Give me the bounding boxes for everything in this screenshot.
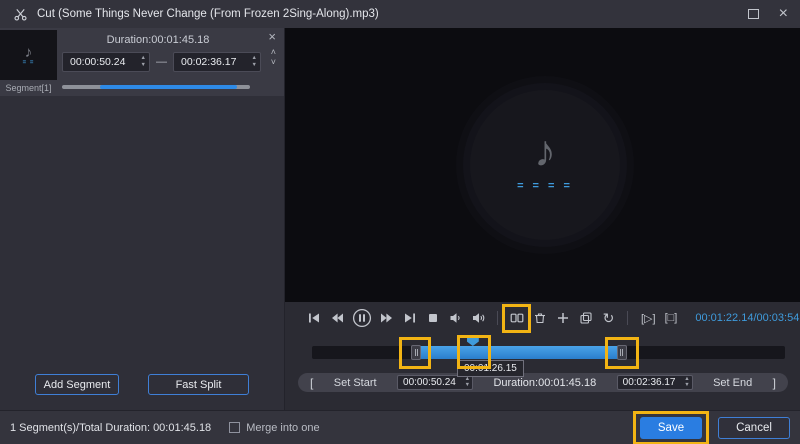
merge-checkbox[interactable] — [229, 422, 241, 433]
music-note-icon: ♪ — [534, 127, 556, 176]
trim-end-spinner[interactable]: ▲ ▼ — [684, 376, 689, 389]
add-segment-button[interactable]: Add Segment — [35, 374, 119, 395]
segment-time-row: 00:00:50.24 ▲ ▼ — 00:02:36.17 ▲ ▼ — [62, 52, 261, 72]
delete-segment-icon[interactable] — [531, 310, 548, 327]
preview-area: ♪ = = = = — [285, 28, 800, 302]
save-button[interactable]: Save — [640, 416, 702, 439]
volume-high-icon[interactable] — [470, 310, 487, 327]
timeline-handle-right[interactable] — [616, 345, 627, 360]
window-title: Cut (Some Things Never Change (From Froz… — [37, 8, 379, 20]
trim-start-spinner[interactable]: ▲ ▼ — [465, 376, 470, 389]
title-bar: Cut (Some Things Never Change (From Froz… — [0, 0, 800, 28]
trim-end-input[interactable]: 00:02:36.17 ▲ ▼ — [616, 375, 693, 390]
time-display: 00:01:22.14/00:03:54.07 — [695, 312, 800, 324]
timeline-handle-left[interactable] — [411, 345, 422, 360]
fast-forward-icon[interactable] — [378, 310, 395, 327]
skip-end-icon[interactable] — [401, 310, 418, 327]
set-start-button[interactable]: Set Start — [334, 377, 377, 389]
play-pause-button[interactable] — [351, 308, 372, 329]
spinner-down-icon[interactable]: ▼ — [684, 382, 689, 389]
copy-segment-icon[interactable] — [577, 310, 594, 327]
chevron-up-icon[interactable]: ˄ — [271, 48, 276, 57]
trim-duration-label: Duration:00:01:45.18 — [493, 376, 597, 389]
trim-start-input[interactable]: 00:00:50.24 ▲ ▼ — [397, 375, 474, 390]
cut-dialog: Cut (Some Things Never Change (From Froz… — [0, 0, 800, 444]
add-icon[interactable] — [554, 310, 571, 327]
segment-duration-label: Duration:00:01:45.18 — [106, 34, 210, 46]
divider — [627, 311, 628, 325]
set-end-button[interactable]: Set End — [713, 377, 752, 389]
transport-controls: ↻ [▷] [□] 00:01:22.14/00:03:54.07 — [285, 302, 800, 334]
end-spinner[interactable]: ▲ ▼ — [252, 55, 257, 69]
timeline-playhead[interactable] — [466, 337, 479, 346]
segment-thumbnail[interactable]: ♪ = = — [0, 30, 57, 80]
segment-panel: ♪ = = × ˄ ˅ Duration:00:01:45.18 00:00:5… — [0, 28, 285, 410]
audio-disc: ♪ = = = = — [470, 90, 620, 240]
reset-icon[interactable]: ↻ — [600, 310, 617, 327]
preview-buttons: [▷] [□] 00:01:22.14/00:03:54.07 — [623, 311, 800, 325]
footer-bar: 1 Segment(s)/Total Duration: 00:01:45.18… — [0, 410, 800, 444]
scissors-icon — [12, 6, 29, 23]
chevron-down-icon[interactable]: ˅ — [271, 58, 276, 67]
spinner-up-icon[interactable]: ▲ — [252, 55, 257, 62]
left-bracket: [ — [310, 375, 314, 390]
timeline: 00:01:26.15 — [285, 334, 800, 377]
range-separator: — — [156, 56, 167, 68]
stop-icon[interactable] — [424, 310, 441, 327]
spinner-down-icon[interactable]: ▼ — [141, 62, 146, 69]
segment-start-input[interactable]: 00:00:50.24 ▲ ▼ — [62, 52, 150, 72]
maximize-button[interactable] — [747, 9, 759, 19]
playhead-tooltip: 00:01:26.15 — [457, 360, 524, 377]
preview-frame-button[interactable]: [□] — [665, 312, 678, 324]
music-note-icon: ♪ — [24, 43, 33, 61]
preview-play-button[interactable]: [▷] — [641, 312, 656, 325]
segment-end-input[interactable]: 00:02:36.17 ▲ ▼ — [173, 52, 261, 72]
timeline-track[interactable] — [312, 337, 785, 360]
skip-start-icon[interactable] — [305, 310, 322, 327]
segment-label: Segment[1] — [5, 83, 52, 93]
segment-range-bar[interactable] — [62, 85, 250, 89]
merge-checkbox-group: Merge into one — [229, 421, 320, 434]
spinner-down-icon[interactable]: ▼ — [465, 382, 470, 389]
segments-summary: 1 Segment(s)/Total Duration: 00:01:45.18 — [10, 421, 212, 434]
rewind-icon[interactable] — [328, 310, 345, 327]
equalizer-icon: = = = = — [517, 180, 573, 192]
split-segment-icon[interactable] — [502, 303, 531, 333]
segment-card: ♪ = = × ˄ ˅ Duration:00:01:45.18 00:00:5… — [0, 28, 284, 96]
timeline-selection[interactable] — [416, 346, 622, 359]
volume-low-icon[interactable] — [447, 310, 464, 327]
right-bracket: ] — [772, 375, 776, 390]
equalizer-icon: = = — [22, 59, 35, 66]
start-spinner[interactable]: ▲ ▼ — [141, 55, 146, 69]
segment-range-fill — [99, 85, 237, 89]
merge-checkbox-label: Merge into one — [246, 421, 320, 434]
spinner-down-icon[interactable]: ▼ — [252, 62, 257, 69]
close-button[interactable]: × — [779, 6, 788, 22]
trim-bar: [ Set Start 00:00:50.24 ▲ ▼ Duration:00:… — [285, 372, 800, 396]
cancel-button[interactable]: Cancel — [718, 416, 790, 439]
divider — [497, 311, 498, 325]
fast-split-button[interactable]: Fast Split — [148, 374, 249, 395]
spinner-up-icon[interactable]: ▲ — [141, 55, 146, 62]
remove-segment-icon[interactable]: × — [268, 30, 276, 43]
